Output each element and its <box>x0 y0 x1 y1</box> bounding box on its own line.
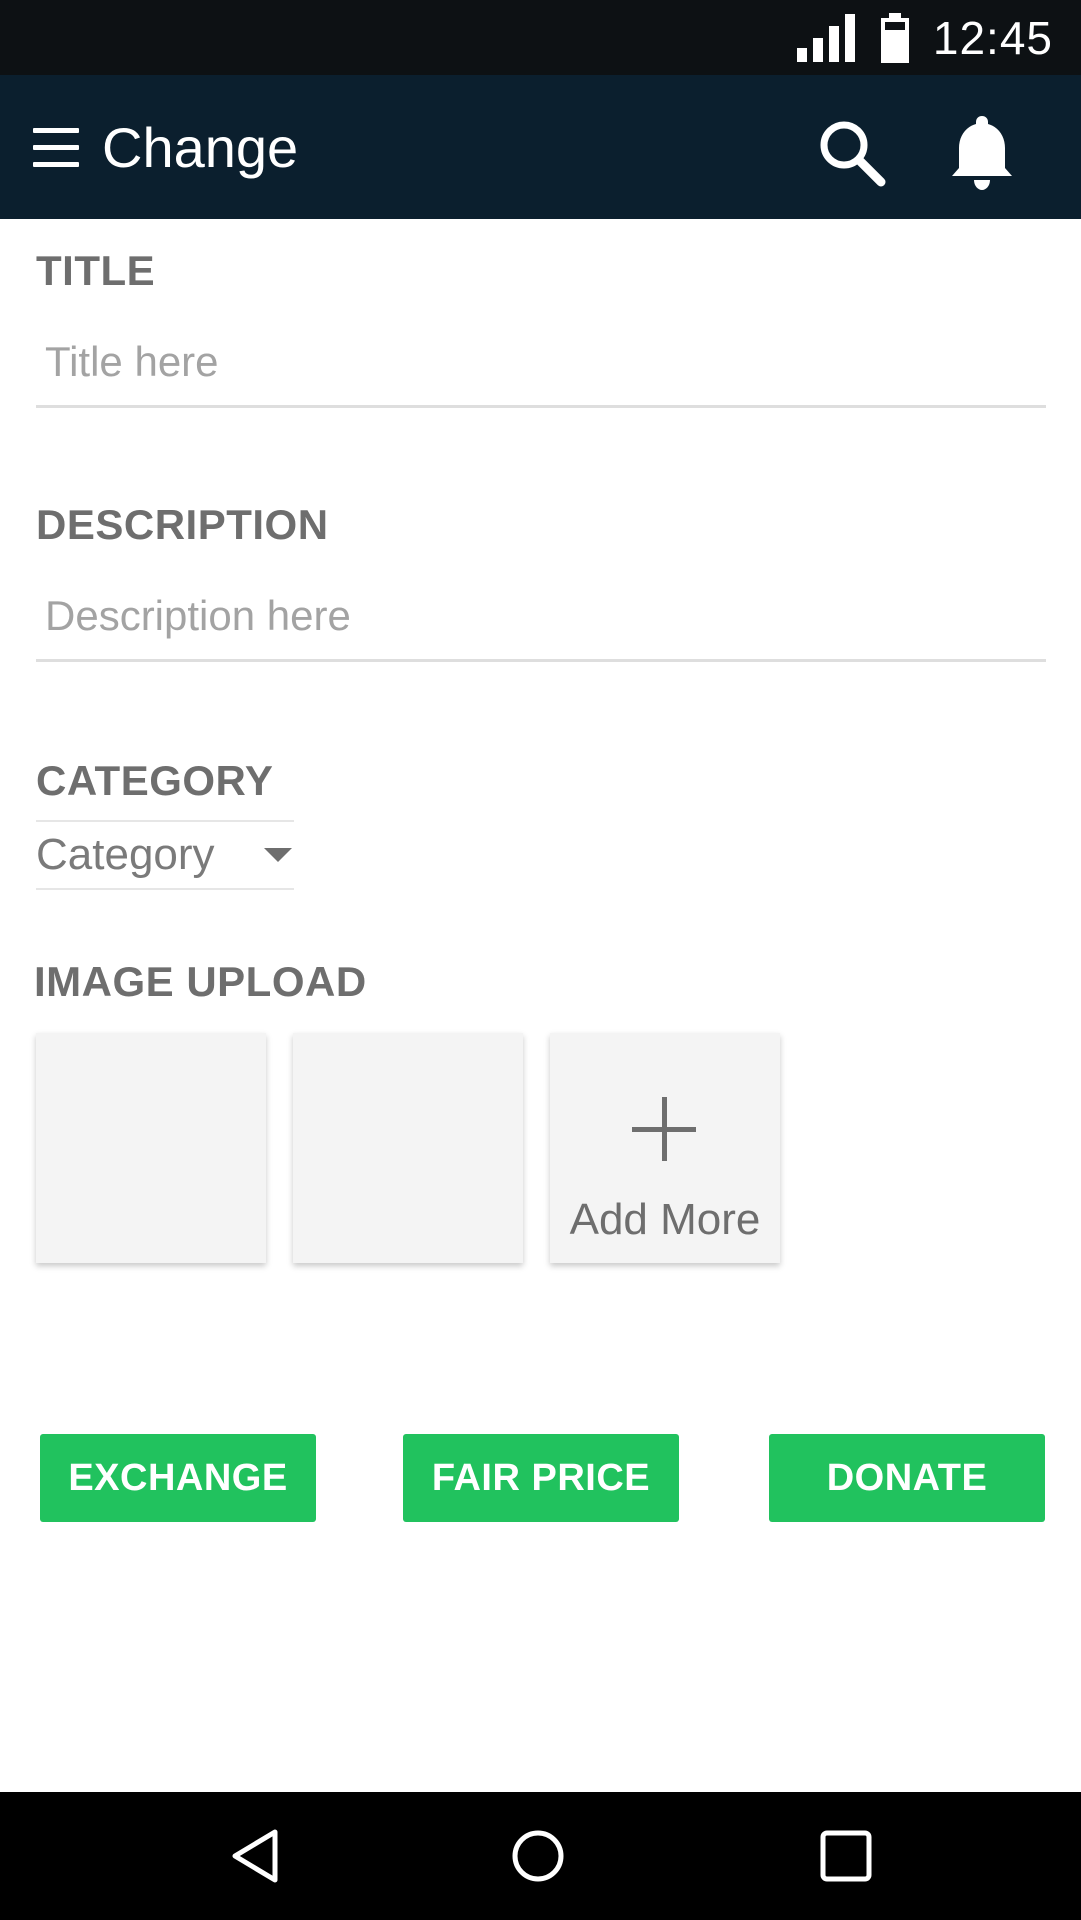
search-icon[interactable] <box>814 115 886 187</box>
image-upload-label: IMAGE UPLOAD <box>34 958 367 1005</box>
navigation-bar <box>0 1792 1081 1920</box>
recents-icon[interactable] <box>816 1826 876 1886</box>
menu-icon[interactable] <box>33 128 79 168</box>
title-input[interactable] <box>36 318 1046 408</box>
image-slot[interactable] <box>36 1033 266 1263</box>
signal-icon <box>796 13 855 62</box>
fair-price-button[interactable]: FAIR PRICE <box>403 1434 679 1522</box>
category-label: CATEGORY <box>36 757 274 804</box>
app-bar: Change <box>0 75 1081 219</box>
chevron-down-icon <box>264 848 292 862</box>
exchange-button[interactable]: EXCHANGE <box>40 1434 316 1522</box>
add-more-image-button[interactable]: Add More <box>550 1033 780 1263</box>
category-dropdown[interactable]: Category <box>36 820 294 890</box>
description-input[interactable] <box>36 572 1046 662</box>
page-title: Change <box>102 116 299 179</box>
plus-icon <box>632 1097 696 1161</box>
image-slot[interactable] <box>293 1033 523 1263</box>
title-label: TITLE <box>36 247 156 294</box>
status-time: 12:45 <box>932 11 1053 64</box>
battery-icon <box>880 12 909 63</box>
add-more-label: Add More <box>569 1195 761 1244</box>
bell-icon[interactable] <box>949 112 1015 192</box>
donate-button[interactable]: DONATE <box>769 1434 1045 1522</box>
home-icon[interactable] <box>508 1826 568 1886</box>
category-selected-value: Category <box>36 830 215 879</box>
status-bar: 12:45 <box>0 0 1081 75</box>
description-label: DESCRIPTION <box>36 501 329 548</box>
back-icon[interactable] <box>227 1826 287 1886</box>
